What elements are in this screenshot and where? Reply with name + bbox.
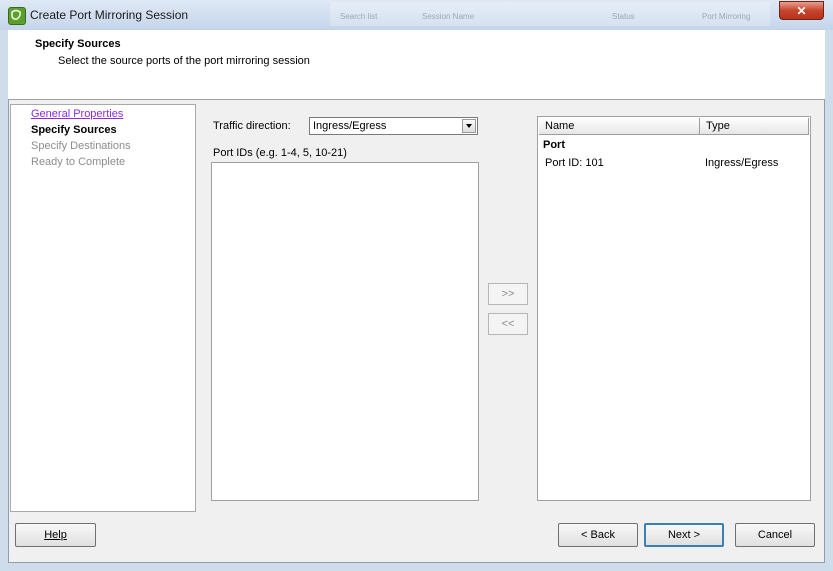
vsphere-app-icon xyxy=(8,7,26,25)
nav-step-specify-destinations: Specify Destinations xyxy=(31,140,131,152)
back-arrow-icon: < xyxy=(581,529,591,541)
ghost-text: Search list xyxy=(340,12,378,21)
add-ports-button[interactable]: >> xyxy=(488,283,528,305)
traffic-direction-select[interactable]: Ingress/Egress xyxy=(309,117,478,135)
column-header-name[interactable]: Name xyxy=(539,118,700,135)
back-button-label: Back xyxy=(590,529,615,541)
table-group-port: Port xyxy=(543,139,565,151)
next-button-label: Next xyxy=(667,529,691,541)
chevron-down-icon[interactable] xyxy=(462,119,476,133)
nav-step-specify-sources: Specify Sources xyxy=(31,124,117,136)
nav-step-general-properties[interactable]: General Properties xyxy=(31,108,123,120)
table-row-type[interactable]: Ingress/Egress xyxy=(705,157,778,169)
window-title: Create Port Mirroring Session xyxy=(30,8,189,22)
next-button[interactable]: Next > xyxy=(644,523,724,547)
ghost-text: Session Name xyxy=(422,12,475,21)
table-row-name[interactable]: Port ID: 101 xyxy=(545,157,604,169)
ghost-text: Port Mirroring xyxy=(702,12,751,21)
ghost-text: Status xyxy=(612,12,635,21)
cancel-button-label: Cancel xyxy=(757,529,793,541)
cancel-button[interactable]: Cancel xyxy=(735,523,815,547)
back-button[interactable]: < Back xyxy=(558,523,638,547)
background-window-ghost: Search list Session Name Status Port Mir… xyxy=(330,2,770,26)
next-arrow-icon: > xyxy=(690,529,701,541)
close-button[interactable]: ✕ xyxy=(779,1,824,20)
help-button[interactable]: Help xyxy=(15,523,96,547)
help-button-label: Help xyxy=(44,529,67,541)
port-ids-input[interactable] xyxy=(211,162,479,501)
traffic-direction-label: Traffic direction: xyxy=(213,120,291,132)
nav-step-ready-to-complete: Ready to Complete xyxy=(31,156,126,168)
remove-ports-button[interactable]: << xyxy=(488,313,528,335)
port-ids-label: Port IDs (e.g. 1-4, 5, 10-21) xyxy=(213,147,347,159)
column-header-type[interactable]: Type xyxy=(700,118,809,135)
selected-sources-table[interactable]: Name Type Port Port ID: 101 Ingress/Egre… xyxy=(537,116,811,501)
page-title: Specify Sources xyxy=(35,38,121,50)
traffic-direction-value: Ingress/Egress xyxy=(313,120,387,132)
page-subtitle: Select the source ports of the port mirr… xyxy=(58,55,310,67)
